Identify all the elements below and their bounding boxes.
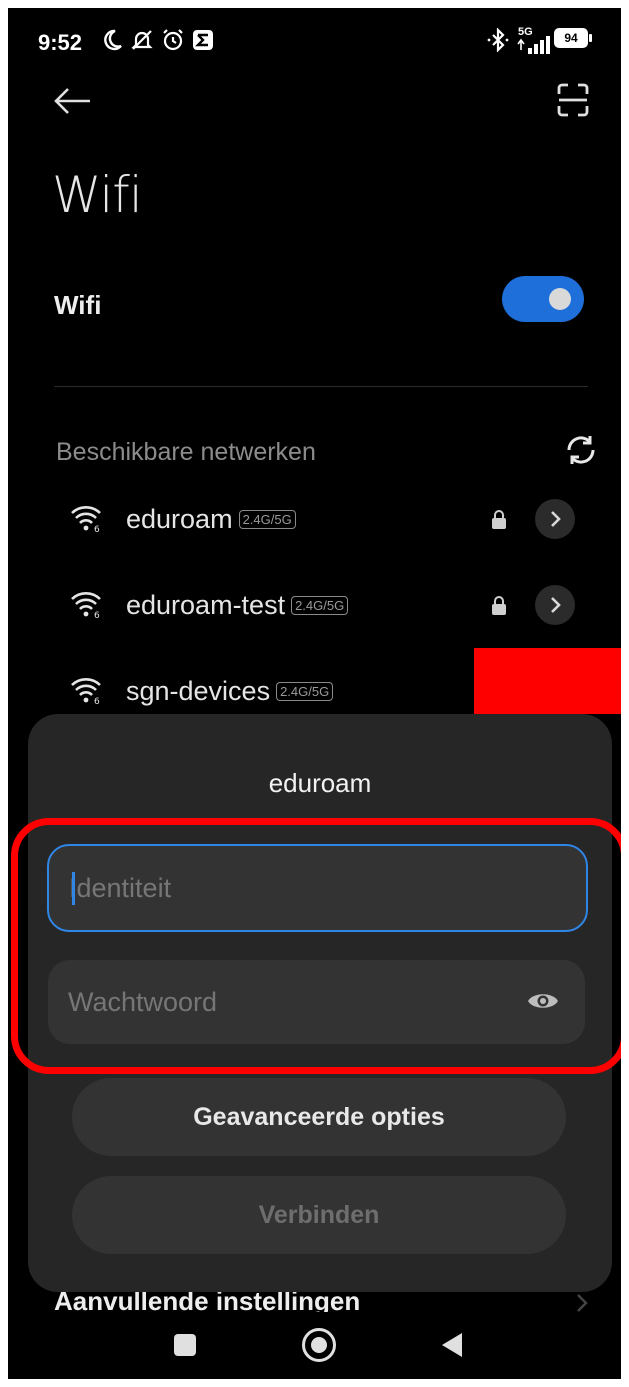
chevron-right-icon bbox=[577, 1294, 588, 1312]
network-name-text: eduroam-test bbox=[126, 590, 286, 620]
battery-icon: 94 bbox=[554, 28, 588, 48]
band-badge: 2.4G/5G bbox=[276, 682, 334, 701]
dialog-title: eduroam bbox=[268, 768, 372, 798]
svg-text:6: 6 bbox=[94, 611, 100, 618]
chevron-right-icon bbox=[551, 597, 561, 613]
mute-icon bbox=[131, 30, 153, 50]
system-navigation-bar bbox=[8, 1312, 621, 1379]
status-time: 9:52 bbox=[38, 30, 83, 55]
wifi-6-icon: 6 bbox=[71, 678, 101, 704]
network-details-button[interactable] bbox=[535, 499, 575, 539]
network-row-eduroam-test[interactable]: 6 eduroam-test 2.4G/5G bbox=[8, 578, 621, 638]
back-arrow-icon[interactable] bbox=[52, 86, 92, 116]
advanced-options-button[interactable]: Geavanceerde opties bbox=[72, 1078, 566, 1156]
network-name-text: sgn-devices bbox=[126, 676, 271, 706]
connect-button[interactable]: Verbinden bbox=[72, 1176, 566, 1254]
lock-icon bbox=[492, 510, 506, 529]
bluetooth-icon bbox=[487, 28, 509, 52]
network-name: eduroam 2.4G/5G bbox=[126, 504, 296, 535]
network-name: sgn-devices 2.4G/5G bbox=[126, 676, 334, 707]
battery-tip bbox=[589, 34, 592, 42]
battery-level: 94 bbox=[564, 31, 578, 45]
network-details-button[interactable] bbox=[535, 585, 575, 625]
annotation-highlight-frame bbox=[11, 818, 621, 1074]
alarm-icon bbox=[163, 29, 183, 51]
wifi-toggle-label: Wifi bbox=[54, 290, 102, 320]
band-badge: 2.4G/5G bbox=[291, 596, 349, 615]
network-name: eduroam-test 2.4G/5G bbox=[126, 590, 349, 621]
moon-icon bbox=[104, 29, 122, 51]
available-networks-heading: Beschikbare netwerken bbox=[56, 438, 316, 466]
network-row-eduroam[interactable]: 6 eduroam 2.4G/5G bbox=[8, 492, 621, 552]
scan-qr-icon[interactable] bbox=[556, 82, 590, 118]
back-triangle-icon[interactable] bbox=[440, 1332, 464, 1358]
chevron-right-icon bbox=[551, 511, 561, 527]
wifi-6-icon: 6 bbox=[71, 592, 101, 618]
sigma-icon bbox=[193, 30, 213, 50]
redaction-box bbox=[474, 648, 621, 714]
home-icon[interactable] bbox=[302, 1328, 336, 1362]
signal-icon bbox=[517, 36, 550, 54]
toggle-knob bbox=[549, 288, 571, 310]
wifi-toggle[interactable] bbox=[502, 276, 584, 322]
lock-icon bbox=[492, 596, 506, 615]
svg-text:6: 6 bbox=[94, 525, 100, 532]
wifi-6-icon: 6 bbox=[71, 506, 101, 532]
recent-apps-icon[interactable] bbox=[174, 1334, 196, 1356]
divider bbox=[54, 386, 588, 387]
network-name-text: eduroam bbox=[126, 504, 233, 534]
page-title: Wifi bbox=[52, 166, 143, 224]
band-badge: 2.4G/5G bbox=[238, 510, 296, 529]
refresh-icon[interactable] bbox=[563, 432, 599, 468]
svg-text:6: 6 bbox=[94, 697, 100, 704]
phone-screen: 9:52 5G 94 Wifi Wifi Beschikbare netwerk… bbox=[8, 8, 621, 1379]
